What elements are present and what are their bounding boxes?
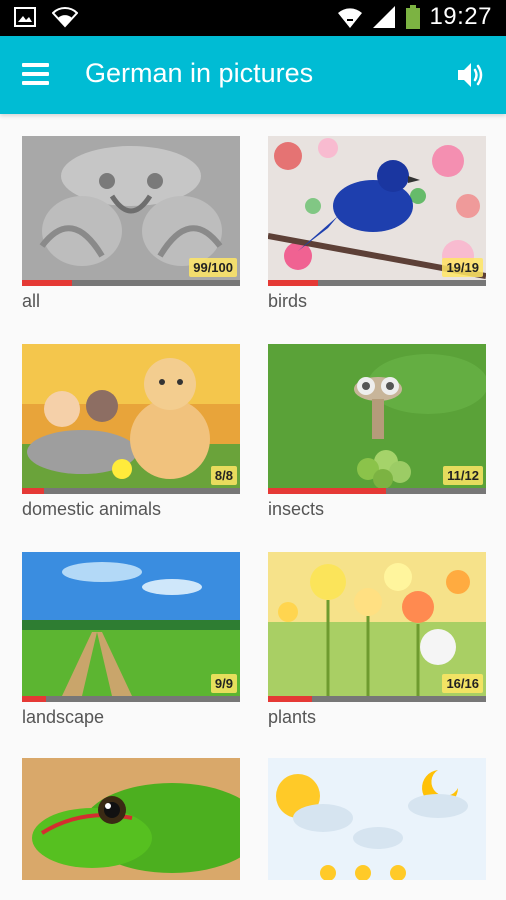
progress-bar	[22, 280, 240, 286]
battery-icon	[406, 5, 421, 29]
category-thumbnail: 9/9	[22, 552, 240, 696]
wifi-signal-icon	[338, 8, 363, 28]
category-card-insects[interactable]: 11/12 insects	[268, 344, 486, 520]
category-label: plants	[268, 707, 317, 727]
category-card-8[interactable]	[268, 758, 486, 880]
category-label: landscape	[22, 707, 105, 727]
category-thumbnail: 16/16	[268, 552, 486, 696]
category-thumbnail: 99/100	[22, 136, 240, 280]
category-label: domestic animals	[22, 499, 162, 519]
category-card-7[interactable]	[22, 758, 240, 880]
category-thumbnail	[22, 758, 240, 880]
status-time: 19:27	[429, 3, 492, 30]
category-card-landscape[interactable]: 9/9 landscape	[22, 552, 240, 728]
category-thumbnail: 8/8	[22, 344, 240, 488]
wifi-icon	[52, 7, 78, 28]
status-bar: 19:27	[0, 0, 506, 36]
category-thumbnail	[268, 758, 486, 880]
category-label: birds	[268, 291, 308, 311]
category-card-domestic-animals[interactable]: 8/8 domestic animals	[22, 344, 240, 520]
category-thumbnail: 19/19	[268, 136, 486, 280]
progress-bar	[268, 488, 486, 494]
count-badge: 9/9	[210, 674, 237, 693]
cell-signal-icon	[373, 6, 396, 28]
category-card-plants[interactable]: 16/16 plants	[268, 552, 486, 728]
count-badge: 8/8	[210, 466, 237, 485]
count-badge: 11/12	[443, 466, 483, 485]
progress-bar	[268, 696, 486, 702]
speaker-icon[interactable]	[454, 58, 488, 92]
count-badge: 99/100	[189, 258, 237, 277]
category-card-birds[interactable]: 19/19 birds	[268, 136, 486, 312]
hamburger-menu-icon[interactable]	[22, 60, 58, 90]
app-bar: German in pictures	[0, 36, 506, 114]
category-thumbnail: 11/12	[268, 344, 486, 488]
progress-bar	[22, 488, 240, 494]
progress-bar	[268, 280, 486, 286]
category-card-all[interactable]: 99/100 all	[22, 136, 240, 312]
count-badge: 16/16	[442, 674, 483, 693]
image-icon	[14, 7, 36, 27]
progress-bar	[22, 696, 240, 702]
app-title: German in pictures	[85, 58, 314, 88]
category-label: all	[22, 291, 41, 311]
count-badge: 19/19	[442, 258, 483, 277]
category-label: insects	[268, 499, 325, 519]
